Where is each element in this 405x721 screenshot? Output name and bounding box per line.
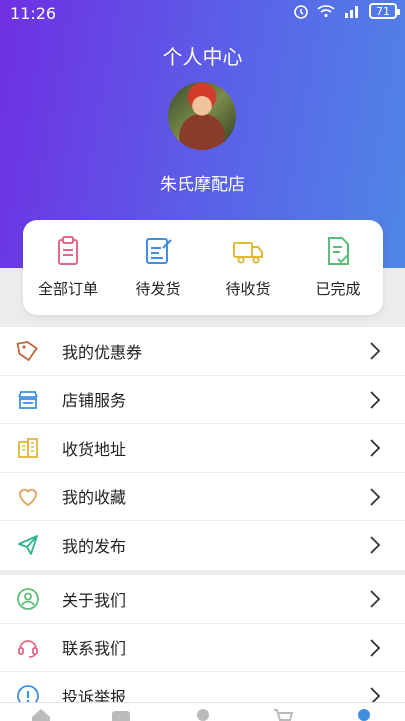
bottom-tab-bar <box>0 702 405 721</box>
menu-item-coupons[interactable]: 我的优惠券 <box>0 327 405 376</box>
avatar[interactable] <box>168 82 236 150</box>
chevron-right-icon <box>370 638 381 657</box>
building-icon <box>18 438 38 458</box>
chevron-right-icon <box>370 390 381 409</box>
profile-tab-icon[interactable] <box>192 707 214 721</box>
order-pending-receive-button[interactable]: 待收货 <box>203 220 293 315</box>
menu-item-my-posts[interactable]: 我的发布 <box>0 521 405 570</box>
menu-group-secondary: 关于我们 联系我们 投诉举报 <box>0 575 405 721</box>
truck-icon <box>233 242 263 264</box>
chevron-right-icon <box>370 487 381 506</box>
menu-label: 我的收藏 <box>62 488 127 508</box>
chevron-right-icon <box>370 590 381 608</box>
chevron-right-icon <box>370 439 381 457</box>
menu-label: 收货地址 <box>62 439 127 459</box>
menu-label: 联系我们 <box>62 639 127 659</box>
category-icon[interactable] <box>110 707 132 721</box>
status-time: 11:26 <box>10 4 57 23</box>
menu-label: 关于我们 <box>62 590 127 610</box>
store-name: 朱氏摩配店 <box>160 175 245 195</box>
chevron-right-icon <box>370 536 381 554</box>
storefront-icon <box>18 390 38 409</box>
mine-icon[interactable] <box>353 707 375 721</box>
cart-icon[interactable] <box>272 707 294 721</box>
page-title: 个人中心 <box>162 45 243 69</box>
menu-label: 我的优惠券 <box>62 342 143 362</box>
status-icons: 71 <box>293 3 400 19</box>
checked-document-icon <box>328 237 349 265</box>
menu-item-addresses[interactable]: 收货地址 <box>0 424 405 473</box>
send-icon <box>18 535 38 555</box>
order-all-button[interactable]: 全部订单 <box>23 220 113 315</box>
headset-icon <box>18 639 38 658</box>
order-pending-ship-button[interactable]: 待发货 <box>113 220 203 315</box>
user-circle-icon <box>17 588 39 610</box>
menu-item-favorites[interactable]: 我的收藏 <box>0 473 405 521</box>
orders-card: 全部订单 待发货 待收货 已完成 <box>23 220 383 315</box>
heart-icon <box>19 488 37 506</box>
menu-label: 店铺服务 <box>62 391 127 411</box>
menu-group-primary: 我的优惠券 店铺服务 收货地址 我的收藏 我的发布 <box>0 327 405 570</box>
menu-item-contact-us[interactable]: 联系我们 <box>0 624 405 672</box>
edit-document-icon <box>146 238 172 264</box>
menu-item-store-services[interactable]: 店铺服务 <box>0 376 405 424</box>
menu-label: 我的发布 <box>62 537 127 557</box>
alarm-icon <box>294 5 308 19</box>
status-bar: 11:26 71 <box>0 0 405 28</box>
battery-icon: 71 <box>369 3 400 19</box>
wifi-icon <box>317 5 335 18</box>
signal-icon <box>345 6 358 18</box>
tag-icon <box>16 341 38 362</box>
order-label: 待收货 <box>225 280 271 298</box>
order-label: 全部订单 <box>37 280 98 298</box>
order-label: 已完成 <box>315 280 361 298</box>
clipboard-icon <box>58 236 78 265</box>
order-label: 待发货 <box>135 280 181 298</box>
order-completed-button[interactable]: 已完成 <box>293 220 383 315</box>
chevron-right-icon <box>370 342 381 360</box>
home-icon[interactable] <box>30 707 52 721</box>
menu-item-about-us[interactable]: 关于我们 <box>0 575 405 624</box>
